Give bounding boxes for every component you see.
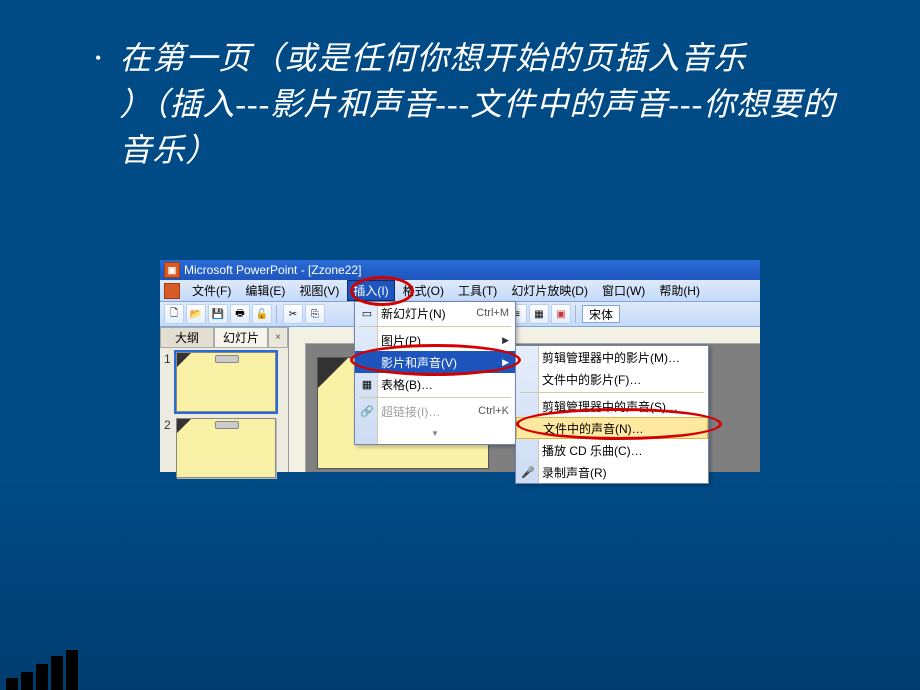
thumb-2-number: 2 xyxy=(164,418,176,432)
color-icon[interactable]: ▣ xyxy=(551,304,571,324)
submenu-file-sound-label: 文件中的声音(N)… xyxy=(543,420,644,437)
bullet-row: • 在第一页（或是任何你想开始的页插入音乐 ）（插入---影片和声音---文件中… xyxy=(0,0,920,173)
decorative-bars xyxy=(0,650,78,690)
menubar: 文件(F) 编辑(E) 视图(V) 插入(I) 格式(O) 工具(T) 幻灯片放… xyxy=(160,280,760,302)
copy-icon[interactable]: ⎘ xyxy=(305,304,325,324)
menu-hyperlink-label: 超链接(I)… xyxy=(381,403,440,420)
menu-new-slide[interactable]: ▭ 新幻灯片(N) Ctrl+M xyxy=(355,302,515,324)
formatting-toolbar: ≡ ▦ ▣ 宋体 xyxy=(507,304,620,324)
thumb-1-number: 1 xyxy=(164,352,176,366)
menu-format[interactable]: 格式(O) xyxy=(397,280,450,301)
submenu-play-cd[interactable]: 播放 CD 乐曲(C)… xyxy=(516,439,708,461)
grid-icon[interactable]: ▦ xyxy=(529,304,549,324)
new-slide-icon: ▭ xyxy=(359,305,375,321)
bullet-text: 在第一页（或是任何你想开始的页插入音乐 ）（插入---影片和声音---文件中的声… xyxy=(119,35,860,173)
submenu-record-label: 录制声音(R) xyxy=(542,464,607,481)
menu-new-slide-label: 新幻灯片(N) xyxy=(381,305,446,322)
font-selector[interactable]: 宋体 xyxy=(582,305,620,323)
toolbar-separator xyxy=(276,305,279,323)
slide-thumbnail-2[interactable] xyxy=(176,418,276,478)
new-icon[interactable]: 🗋 xyxy=(164,304,184,324)
menu-file[interactable]: 文件(F) xyxy=(186,280,237,301)
menu-separator xyxy=(520,392,704,393)
permission-icon[interactable]: 🔓 xyxy=(252,304,272,324)
movie-sound-submenu: 剪辑管理器中的影片(M)… 文件中的影片(F)… 剪辑管理器中的声音(S)… 文… xyxy=(515,345,709,484)
expand-chevron-icon: ▾ xyxy=(433,428,438,439)
menu-picture-label: 图片(P) xyxy=(381,332,421,349)
submenu-clip-movie-label: 剪辑管理器中的影片(M)… xyxy=(542,349,680,366)
submenu-file-sound[interactable]: 文件中的声音(N)… xyxy=(516,417,708,439)
submenu-clip-sound[interactable]: 剪辑管理器中的声音(S)… xyxy=(516,395,708,417)
menu-slideshow[interactable]: 幻灯片放映(D) xyxy=(505,280,594,301)
thumbnails: 1 2 xyxy=(160,348,288,488)
bullet-dot: • xyxy=(95,35,101,81)
slide-thumbnail-1[interactable] xyxy=(176,352,276,412)
submenu-file-movie[interactable]: 文件中的影片(F)… xyxy=(516,368,708,390)
cut-icon[interactable]: ✂ xyxy=(283,304,303,324)
thumb-row-1: 1 xyxy=(164,352,284,412)
app-icon xyxy=(164,283,180,299)
menu-new-slide-shortcut: Ctrl+M xyxy=(476,307,509,319)
menu-help[interactable]: 帮助(H) xyxy=(653,280,706,301)
pane-tabs: 大纲 幻灯片 × xyxy=(160,327,288,348)
table-icon: ▦ xyxy=(359,376,375,392)
slides-pane: 大纲 幻灯片 × 1 2 xyxy=(160,327,289,472)
menu-separator xyxy=(359,397,511,398)
insert-menu-dropdown: ▭ 新幻灯片(N) Ctrl+M 图片(P) ▶ 影片和声音(V) ▶ ▦ 表格… xyxy=(354,301,516,445)
print-icon[interactable]: 🖶 xyxy=(230,304,250,324)
menu-movie-sound-label: 影片和声音(V) xyxy=(381,354,457,371)
menu-hyperlink-shortcut: Ctrl+K xyxy=(478,405,509,417)
menu-picture[interactable]: 图片(P) ▶ xyxy=(355,329,515,351)
menu-table[interactable]: ▦ 表格(B)… xyxy=(355,373,515,395)
menu-tools[interactable]: 工具(T) xyxy=(452,280,503,301)
powerpoint-icon: ▣ xyxy=(164,262,180,278)
submenu-arrow-icon: ▶ xyxy=(502,335,509,346)
presentation-slide: • 在第一页（或是任何你想开始的页插入音乐 ）（插入---影片和声音---文件中… xyxy=(0,0,920,690)
menu-window[interactable]: 窗口(W) xyxy=(596,280,651,301)
submenu-arrow-icon: ▶ xyxy=(502,357,509,368)
submenu-clip-movie[interactable]: 剪辑管理器中的影片(M)… xyxy=(516,346,708,368)
embedded-screenshot: ▣ Microsoft PowerPoint - [Zzone22] 文件(F)… xyxy=(160,260,760,470)
submenu-file-movie-label: 文件中的影片(F)… xyxy=(542,371,641,388)
menu-edit[interactable]: 编辑(E) xyxy=(239,280,291,301)
save-icon[interactable]: 💾 xyxy=(208,304,228,324)
window-titlebar: ▣ Microsoft PowerPoint - [Zzone22] xyxy=(160,260,760,280)
menu-insert[interactable]: 插入(I) xyxy=(347,280,394,301)
menu-movie-sound[interactable]: 影片和声音(V) ▶ xyxy=(355,351,515,373)
tab-outline[interactable]: 大纲 xyxy=(160,327,214,347)
vertical-ruler xyxy=(289,343,306,472)
hyperlink-icon: 🔗 xyxy=(359,403,375,419)
microphone-icon: 🎤 xyxy=(520,464,536,480)
open-icon[interactable]: 📂 xyxy=(186,304,206,324)
tab-slides[interactable]: 幻灯片 xyxy=(214,327,268,347)
close-pane-icon[interactable]: × xyxy=(268,327,288,347)
thumb-row-2: 2 xyxy=(164,418,284,478)
toolbar-separator xyxy=(575,305,578,323)
window-title: Microsoft PowerPoint - [Zzone22] xyxy=(184,263,361,277)
submenu-clip-sound-label: 剪辑管理器中的声音(S)… xyxy=(542,398,678,415)
submenu-play-cd-label: 播放 CD 乐曲(C)… xyxy=(542,442,643,459)
menu-expand[interactable]: ▾ xyxy=(355,422,515,444)
menu-separator xyxy=(359,326,511,327)
menu-table-label: 表格(B)… xyxy=(381,376,433,393)
submenu-record[interactable]: 🎤 录制声音(R) xyxy=(516,461,708,483)
menu-hyperlink[interactable]: 🔗 超链接(I)… Ctrl+K xyxy=(355,400,515,422)
menu-view[interactable]: 视图(V) xyxy=(293,280,345,301)
